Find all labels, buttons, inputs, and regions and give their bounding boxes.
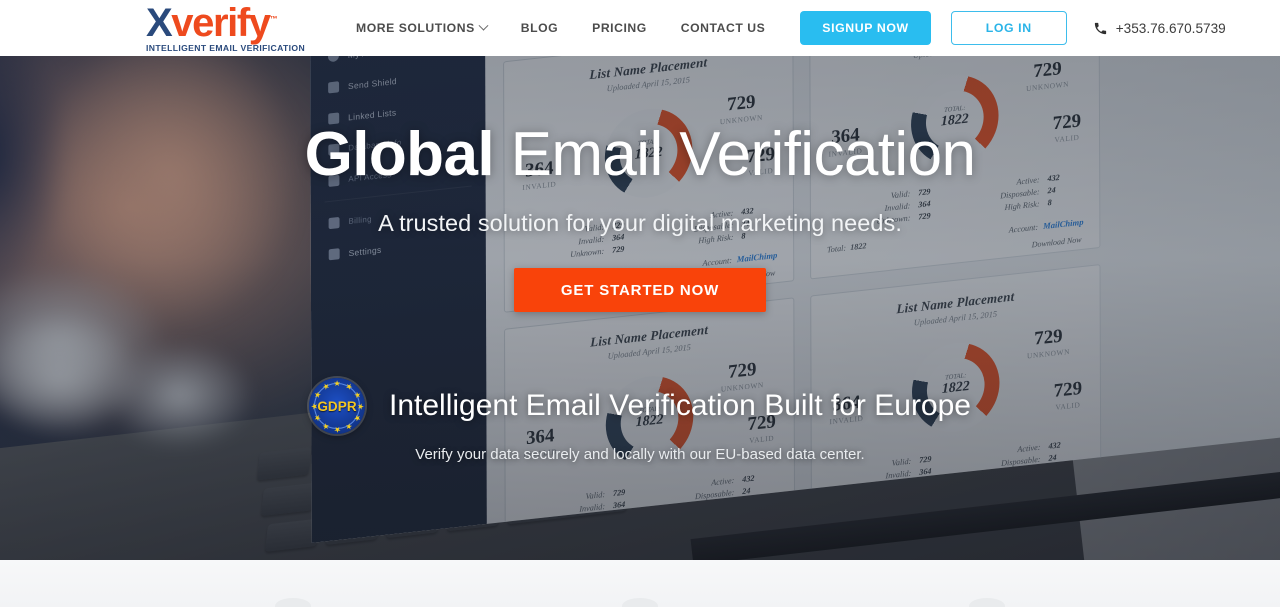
features-section-partial bbox=[0, 560, 1280, 607]
logo-word-verify: verify bbox=[171, 0, 271, 45]
feature-icon-row bbox=[0, 598, 1280, 607]
eu-promo-block: ★ ★ ★ ★ ★ ★ ★ ★ ★ ★ ★ ★ GDPR Intelligent… bbox=[309, 378, 971, 463]
signup-button[interactable]: SIGNUP NOW bbox=[800, 11, 931, 45]
nav-label-pricing: PRICING bbox=[592, 21, 647, 35]
trademark-icon: ™ bbox=[269, 14, 278, 24]
nav-item-blog[interactable]: BLOG bbox=[504, 21, 575, 35]
phone-number: +353.76.670.5739 bbox=[1115, 20, 1226, 36]
nav-label-more-solutions: MORE SOLUTIONS bbox=[356, 21, 475, 35]
nav-label-blog: BLOG bbox=[520, 21, 559, 35]
hero-section: My Account Send Shield Linked Lists Data… bbox=[0, 56, 1280, 560]
hero-content: Global Email Verification A trusted solu… bbox=[0, 56, 1280, 560]
nav-item-contact-us[interactable]: CONTACT US bbox=[664, 21, 783, 35]
logo-wordmark: Xverify™ bbox=[146, 0, 278, 45]
gdpr-badge-icon: ★ ★ ★ ★ ★ ★ ★ ★ ★ ★ ★ ★ GDPR bbox=[309, 378, 366, 434]
eu-heading: Intelligent Email Verification Built for… bbox=[389, 389, 971, 422]
feature-icon bbox=[275, 598, 312, 607]
logo-letter-x: X bbox=[146, 0, 173, 45]
chevron-down-icon bbox=[478, 20, 489, 31]
feature-icon bbox=[621, 598, 658, 607]
login-button[interactable]: LOG IN bbox=[950, 11, 1067, 45]
phone-icon bbox=[1093, 21, 1108, 36]
site-header: Xverify™ INTELLIGENT EMAIL VERIFICATION … bbox=[0, 0, 1280, 56]
gdpr-badge-label: GDPR bbox=[317, 398, 357, 414]
nav-label-contact-us: CONTACT US bbox=[680, 21, 766, 35]
hero-subtitle: A trusted solution for your digital mark… bbox=[378, 210, 902, 236]
nav-item-more-solutions[interactable]: MORE SOLUTIONS bbox=[339, 20, 504, 35]
nav-item-pricing[interactable]: PRICING bbox=[575, 21, 664, 35]
get-started-button[interactable]: GET STARTED NOW bbox=[514, 268, 766, 312]
main-nav: MORE SOLUTIONS BLOG PRICING CONTACT US bbox=[339, 20, 783, 35]
hero-title-bold: Global bbox=[304, 120, 495, 189]
page-title: Global Email Verification bbox=[305, 124, 976, 186]
feature-icon bbox=[968, 598, 1005, 607]
hero-title-rest: Email Verification bbox=[493, 120, 976, 189]
eu-subtext: Verify your data securely and locally wi… bbox=[415, 446, 865, 463]
logo[interactable]: Xverify™ INTELLIGENT EMAIL VERIFICATION bbox=[146, 0, 331, 53]
phone-link[interactable]: +353.76.670.5739 bbox=[1093, 21, 1226, 36]
